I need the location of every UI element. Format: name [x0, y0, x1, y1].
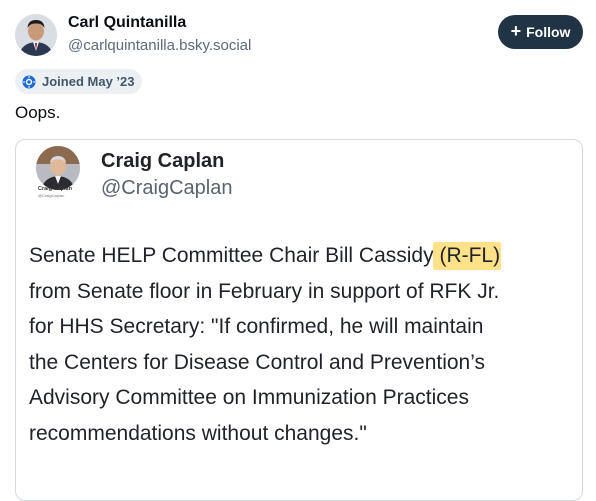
- author-display-name[interactable]: Carl Quintanilla: [68, 14, 186, 32]
- joined-badge: Joined May ’23: [15, 69, 143, 94]
- embed-display-name: Craig Caplan: [101, 150, 225, 172]
- highlight: (R-FL): [433, 238, 502, 274]
- bluesky-starburst-icon: [22, 75, 36, 88]
- highlight-text: (R-FL): [439, 244, 501, 267]
- embed-body-text: Senate HELP Committee Chair Bill Cassidy…: [29, 238, 577, 451]
- embed-line: from Senate floor in February in support…: [29, 279, 500, 303]
- embed-author-photo: [36, 146, 80, 190]
- embed-line: recommendations without changes.": [29, 421, 367, 445]
- embed-avatar: [36, 146, 80, 190]
- embed-avatar-caption-handle: @CraigCaplan: [38, 193, 65, 198]
- avatar[interactable]: [15, 14, 57, 56]
- follow-label: Follow: [526, 24, 571, 40]
- embed-line-text: Senate HELP Committee Chair Bill Cassidy: [29, 244, 434, 267]
- embed-line: the Centers for Disease Control and Prev…: [29, 350, 486, 374]
- plus-icon: +: [510, 21, 522, 41]
- post-text: Oops.: [15, 103, 61, 122]
- embed-line: for HHS Secretary: "If confirmed, he wil…: [29, 315, 484, 338]
- follow-button[interactable]: + Follow: [498, 15, 583, 49]
- embed-line: Advisory Committee on Immunization Pract…: [29, 386, 469, 409]
- embed-avatar-caption-name: Craig Caplan: [38, 186, 72, 192]
- author-photo: [15, 14, 57, 56]
- author-handle[interactable]: @carlquintanilla.bsky.social: [68, 37, 251, 54]
- joined-date: Joined May ’23: [42, 74, 135, 89]
- embedded-image[interactable]: Craig Caplan @CraigCaplan Craig Caplan @…: [15, 139, 583, 501]
- embed-handle: @CraigCaplan: [101, 177, 233, 199]
- embed-line: Senate HELP Committee Chair Bill Cassidy…: [29, 238, 577, 274]
